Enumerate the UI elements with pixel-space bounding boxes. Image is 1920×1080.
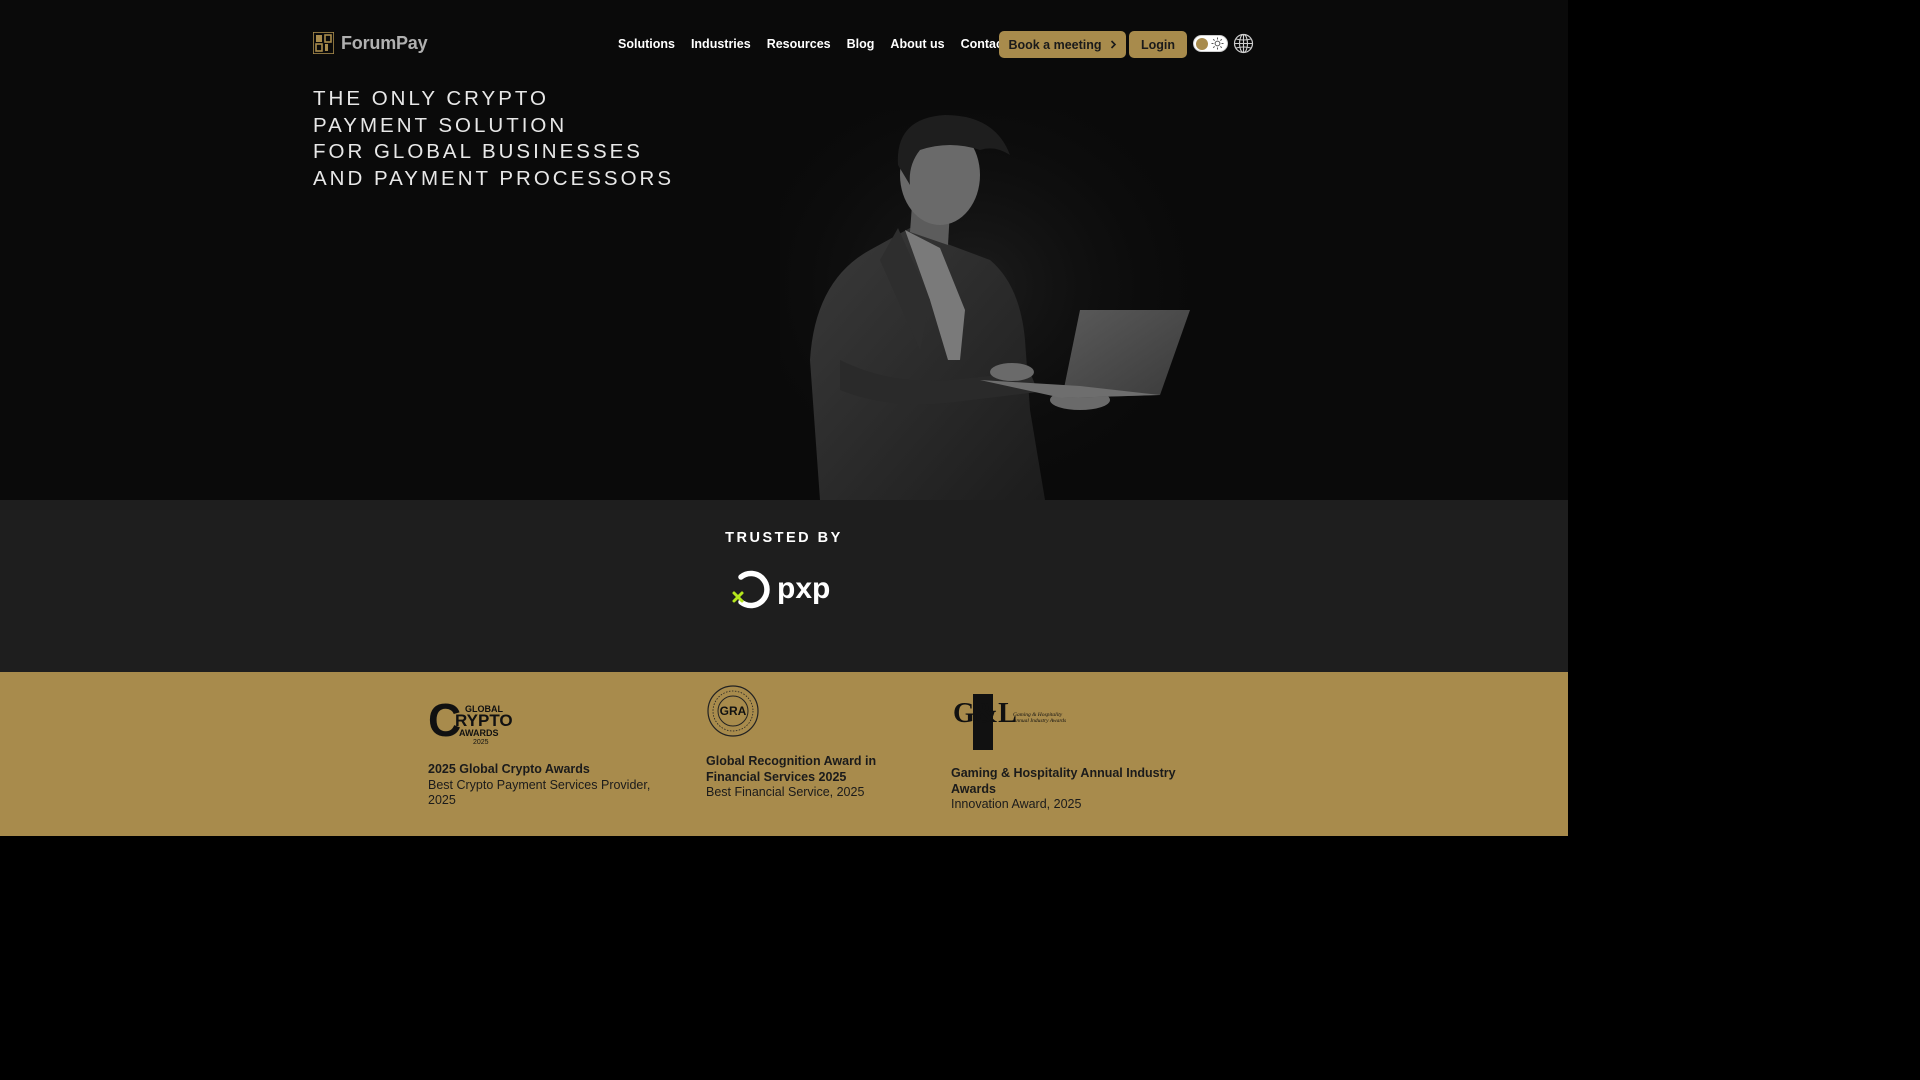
headline-line: THE ONLY CRYPTO bbox=[313, 87, 550, 110]
footer-strip bbox=[0, 836, 1568, 882]
hero-section: ForumPay Solutions Industries Resources … bbox=[0, 0, 1568, 500]
nav-resources[interactable]: Resources bbox=[759, 30, 839, 58]
hero-headline: THE ONLY CRYPTO PAYMENT SOLUTION FOR GLO… bbox=[313, 86, 733, 193]
hero-businessman-image bbox=[780, 110, 1210, 500]
svg-text:G&L: G&L bbox=[953, 698, 1017, 729]
award-gra: GRA Global Recognition Award in Financia… bbox=[706, 684, 896, 801]
brand-name: ForumPay bbox=[341, 32, 428, 53]
awards-section: C GLOBAL RYPTO AWARDS 2025 2025 Global C… bbox=[0, 672, 1568, 836]
pxp-logo[interactable]: pxp bbox=[731, 568, 839, 610]
chevron-right-icon bbox=[1110, 40, 1116, 49]
award-description: Innovation Award, 2025 bbox=[951, 797, 1082, 811]
svg-text:2025: 2025 bbox=[473, 739, 489, 746]
gra-seal-logo: GRA bbox=[707, 685, 759, 737]
svg-text:Annual Industry Awards: Annual Industry Awards bbox=[1012, 718, 1066, 724]
headline-line: FOR GLOBAL BUSINESSES bbox=[313, 140, 643, 164]
nav-about-us[interactable]: About us bbox=[882, 30, 952, 58]
award-gaming-hospitality: G&L Gaming & Hospitality Annual Industry… bbox=[951, 694, 1191, 813]
svg-text:AWARDS: AWARDS bbox=[459, 728, 499, 738]
award-name: 2025 Global Crypto Awards bbox=[428, 762, 590, 776]
pxp-logo-text: pxp bbox=[777, 572, 830, 605]
main-nav: Solutions Industries Resources Blog Abou… bbox=[610, 30, 1033, 58]
book-meeting-label: Book a meeting bbox=[1008, 37, 1102, 52]
headline-line: AND PAYMENT PROCESSORS bbox=[313, 167, 675, 191]
award-description: Best Financial Service, 2025 bbox=[706, 785, 865, 799]
award-name: Global Recognition Award in Financial Se… bbox=[706, 754, 877, 784]
brand-logo[interactable]: ForumPay bbox=[313, 32, 428, 54]
award-name: Gaming & Hospitality Annual Industry Awa… bbox=[951, 766, 1176, 796]
nav-solutions[interactable]: Solutions bbox=[610, 30, 683, 58]
gl-awards-logo: G&L Gaming & Hospitality Annual Industry… bbox=[953, 694, 1066, 750]
trusted-by-title: TRUSTED BY bbox=[725, 530, 843, 546]
forumpay-logo-icon bbox=[313, 32, 334, 54]
award-description: Best Crypto Payment Services Provider, 2… bbox=[428, 777, 651, 808]
login-label: Login bbox=[1140, 37, 1175, 52]
trusted-by-section: TRUSTED BY pxp bbox=[0, 500, 1568, 672]
nav-blog[interactable]: Blog bbox=[839, 30, 883, 58]
svg-text:GRA: GRA bbox=[720, 704, 747, 718]
toggle-knob bbox=[1196, 38, 1208, 50]
login-button[interactable]: Login bbox=[1129, 31, 1187, 58]
theme-toggle[interactable] bbox=[1193, 35, 1228, 52]
globe-icon[interactable] bbox=[1233, 33, 1254, 54]
headline-line: PAYMENT SOLUTION bbox=[313, 113, 568, 137]
sun-icon bbox=[1211, 37, 1224, 50]
book-meeting-button[interactable]: Book a meeting bbox=[999, 31, 1126, 58]
global-crypto-awards-logo: C GLOBAL RYPTO AWARDS 2025 bbox=[428, 694, 513, 746]
nav-industries[interactable]: Industries bbox=[683, 30, 759, 58]
award-global-crypto: C GLOBAL RYPTO AWARDS 2025 2025 Global C… bbox=[428, 694, 668, 809]
